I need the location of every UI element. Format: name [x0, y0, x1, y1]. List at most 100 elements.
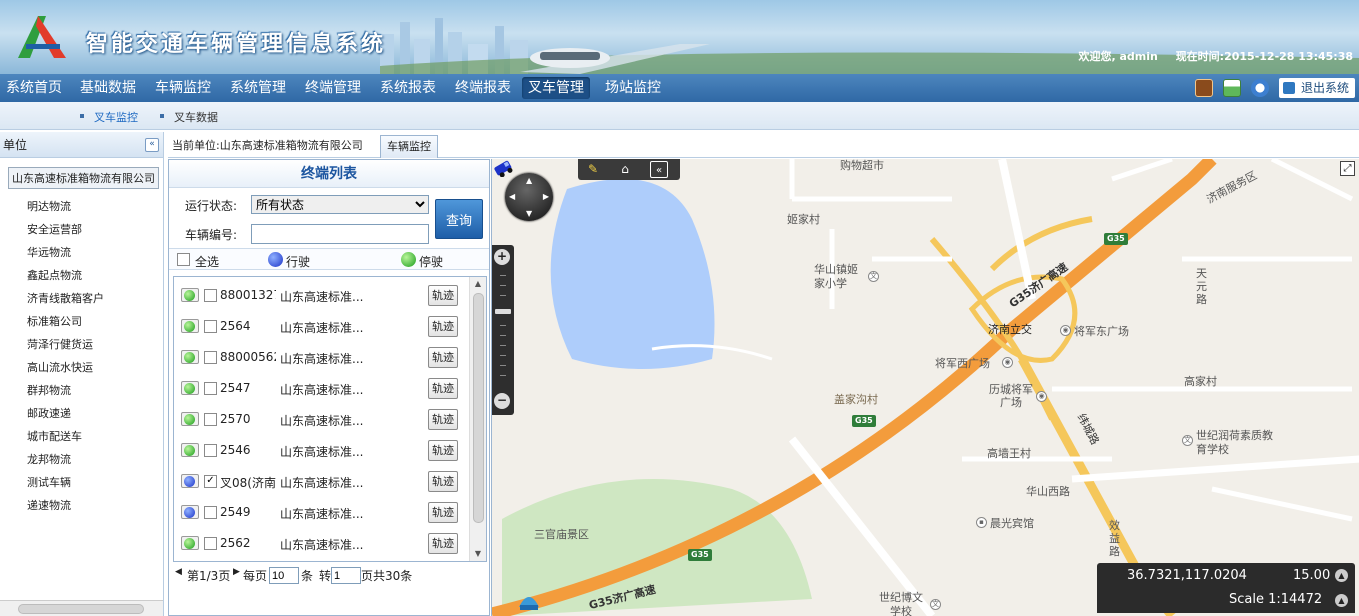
track-button[interactable]: 轨迹	[428, 409, 458, 430]
nav-item-home[interactable]: 系统首页	[0, 77, 68, 99]
org-tree-root[interactable]: 山东高速标准箱物流有限公司	[8, 167, 159, 189]
vehicle-checkbox[interactable]	[204, 320, 217, 333]
vehicle-row[interactable]: 2570 山东高速标准... 轨迹	[178, 404, 468, 435]
track-button[interactable]: 轨迹	[428, 533, 458, 554]
vehicle-row[interactable]: ✓ 叉08(济南) 山东高速标准... 轨迹	[178, 466, 468, 497]
track-button[interactable]: 轨迹	[428, 316, 458, 337]
map-label: 晨光宾馆	[990, 517, 1034, 530]
vehicle-checkbox[interactable]	[204, 413, 217, 426]
subnav-forklift-data[interactable]: 叉车数据	[160, 109, 218, 125]
org-item[interactable]: 鑫起点物流	[27, 267, 82, 283]
org-item[interactable]: 明达物流	[27, 198, 71, 214]
pan-control[interactable]: ▲ ▼ ◀ ▶	[505, 173, 553, 221]
vehicle-row[interactable]: 2549 山东高速标准... 轨迹	[178, 497, 468, 528]
vehicle-row[interactable]: 2562 山东高速标准... 轨迹	[178, 528, 468, 559]
org-item[interactable]: 高山流水快运	[27, 359, 93, 375]
per-page-input[interactable]	[269, 567, 299, 584]
pan-left-icon[interactable]: ◀	[509, 192, 515, 201]
collapse-left-icon[interactable]: «	[145, 138, 159, 152]
vehicle-number: 2564	[220, 319, 251, 333]
track-button[interactable]: 轨迹	[428, 471, 458, 492]
notebook-icon[interactable]	[1194, 79, 1213, 97]
scroll-thumb[interactable]	[18, 604, 144, 614]
home-icon[interactable]: ⌂	[616, 161, 634, 178]
city-skyline-illustration	[380, 18, 1359, 74]
org-item[interactable]: 群邦物流	[27, 382, 71, 398]
track-button[interactable]: 轨迹	[428, 347, 458, 368]
track-button[interactable]: 轨迹	[428, 502, 458, 523]
vehicle-checkbox[interactable]	[204, 382, 217, 395]
arrow-up-icon[interactable]	[1250, 79, 1269, 97]
nav-item-system-manage[interactable]: 系统管理	[224, 77, 292, 99]
scroll-thumb[interactable]	[473, 293, 484, 523]
fullscreen-icon[interactable]: ⤢	[1340, 161, 1355, 176]
track-button[interactable]: 轨迹	[428, 378, 458, 399]
org-item[interactable]: 标准箱公司	[27, 313, 82, 329]
vehicle-list-scrollbar[interactable]: ▲ ▼	[469, 277, 486, 561]
select-all-label: 全选	[195, 255, 220, 269]
stopped-dot-icon	[184, 383, 195, 394]
collapse-toolbar-icon[interactable]: «	[650, 161, 668, 178]
nav-item-forklift-manage[interactable]: 叉车管理	[522, 77, 590, 99]
org-item[interactable]: 递速物流	[27, 497, 71, 513]
scroll-down-icon[interactable]: ▼	[473, 549, 483, 559]
plaza-poi-icon: ◉	[1002, 357, 1013, 368]
pan-down-icon[interactable]: ▼	[526, 209, 532, 218]
scroll-up-icon[interactable]: ▲	[473, 279, 483, 289]
vehicle-checkbox[interactable]	[204, 444, 217, 457]
zoom-slider-knob[interactable]	[495, 309, 511, 314]
nav-item-terminal-report[interactable]: 终端报表	[449, 77, 517, 99]
vehicle-row[interactable]: 88001327 山东高速标准... 轨迹	[178, 280, 468, 311]
track-button[interactable]: 轨迹	[428, 440, 458, 461]
next-page-icon[interactable]: ▶	[233, 567, 240, 577]
subnav-forklift-monitor[interactable]: 叉车监控	[80, 109, 138, 125]
logout-button[interactable]: 退出系统	[1278, 78, 1355, 98]
coord-toggle-icon[interactable]: ▲	[1335, 569, 1348, 582]
tab-vehicle-monitor[interactable]: 车辆监控	[380, 135, 438, 158]
org-item[interactable]: 城市配送车	[27, 428, 82, 444]
org-tree-hscrollbar[interactable]	[0, 600, 163, 616]
track-button[interactable]: 轨迹	[428, 285, 458, 306]
query-button[interactable]: 查询	[435, 199, 483, 239]
zoom-out-icon[interactable]: −	[494, 393, 510, 409]
zoom-in-icon[interactable]: +	[494, 249, 510, 265]
select-all-checkbox[interactable]	[177, 253, 190, 266]
nav-item-station-monitor[interactable]: 场站监控	[599, 77, 667, 99]
nav-item-system-report[interactable]: 系统报表	[374, 77, 442, 99]
vehicle-checkbox[interactable]	[204, 351, 217, 364]
org-item[interactable]: 邮政速递	[27, 405, 71, 421]
nav-item-terminal-manage[interactable]: 终端管理	[299, 77, 367, 99]
forklift-vehicle-icon[interactable]	[492, 159, 516, 177]
org-item[interactable]: 安全运营部	[27, 221, 82, 237]
org-item[interactable]: 济青线散箱客户	[27, 290, 104, 306]
org-item[interactable]: 龙邦物流	[27, 451, 71, 467]
pan-up-icon[interactable]: ▲	[526, 176, 532, 185]
vehicle-status-icon	[181, 443, 199, 457]
vehicle-row[interactable]: 88000562 山东高速标准... 轨迹	[178, 342, 468, 373]
map-view[interactable]: 购物超市 济南服务区 姬家村 华山镇姬家小学 文 天元路 G35济广高速 济南立…	[491, 159, 1359, 616]
status-select[interactable]: 所有状态	[251, 195, 429, 214]
stopped-dot-icon	[184, 290, 195, 301]
nav-item-vehicle-monitor[interactable]: 车辆监控	[149, 77, 217, 99]
vehicle-row[interactable]: 2547 山东高速标准... 轨迹	[178, 373, 468, 404]
ruler-icon[interactable]: ✎	[584, 161, 602, 178]
vehicle-checkbox[interactable]	[204, 289, 217, 302]
vehicle-row[interactable]: 2546 山东高速标准... 轨迹	[178, 435, 468, 466]
goto-page-input[interactable]	[331, 567, 361, 584]
vehicle-no-input[interactable]	[251, 224, 429, 244]
windows-icon[interactable]	[1222, 79, 1241, 97]
vehicle-checkbox[interactable]	[204, 506, 217, 519]
vehicle-row[interactable]: 2564 山东高速标准... 轨迹	[178, 311, 468, 342]
pan-right-icon[interactable]: ▶	[543, 192, 549, 201]
scale-toggle-icon[interactable]: ▲	[1335, 594, 1348, 607]
org-item[interactable]: 华远物流	[27, 244, 71, 260]
zoom-slider[interactable]: + −	[492, 245, 514, 415]
nav-item-basic-data[interactable]: 基础数据	[74, 77, 142, 99]
vehicle-checkbox[interactable]: ✓	[204, 475, 217, 488]
map-canvas[interactable]	[492, 159, 1359, 616]
map-label: 效益路	[1109, 519, 1120, 558]
vehicle-checkbox[interactable]	[204, 537, 217, 550]
org-item[interactable]: 菏泽行健货运	[27, 336, 93, 352]
org-item[interactable]: 测试车辆	[27, 474, 71, 490]
prev-page-icon[interactable]: ◀	[175, 567, 182, 577]
